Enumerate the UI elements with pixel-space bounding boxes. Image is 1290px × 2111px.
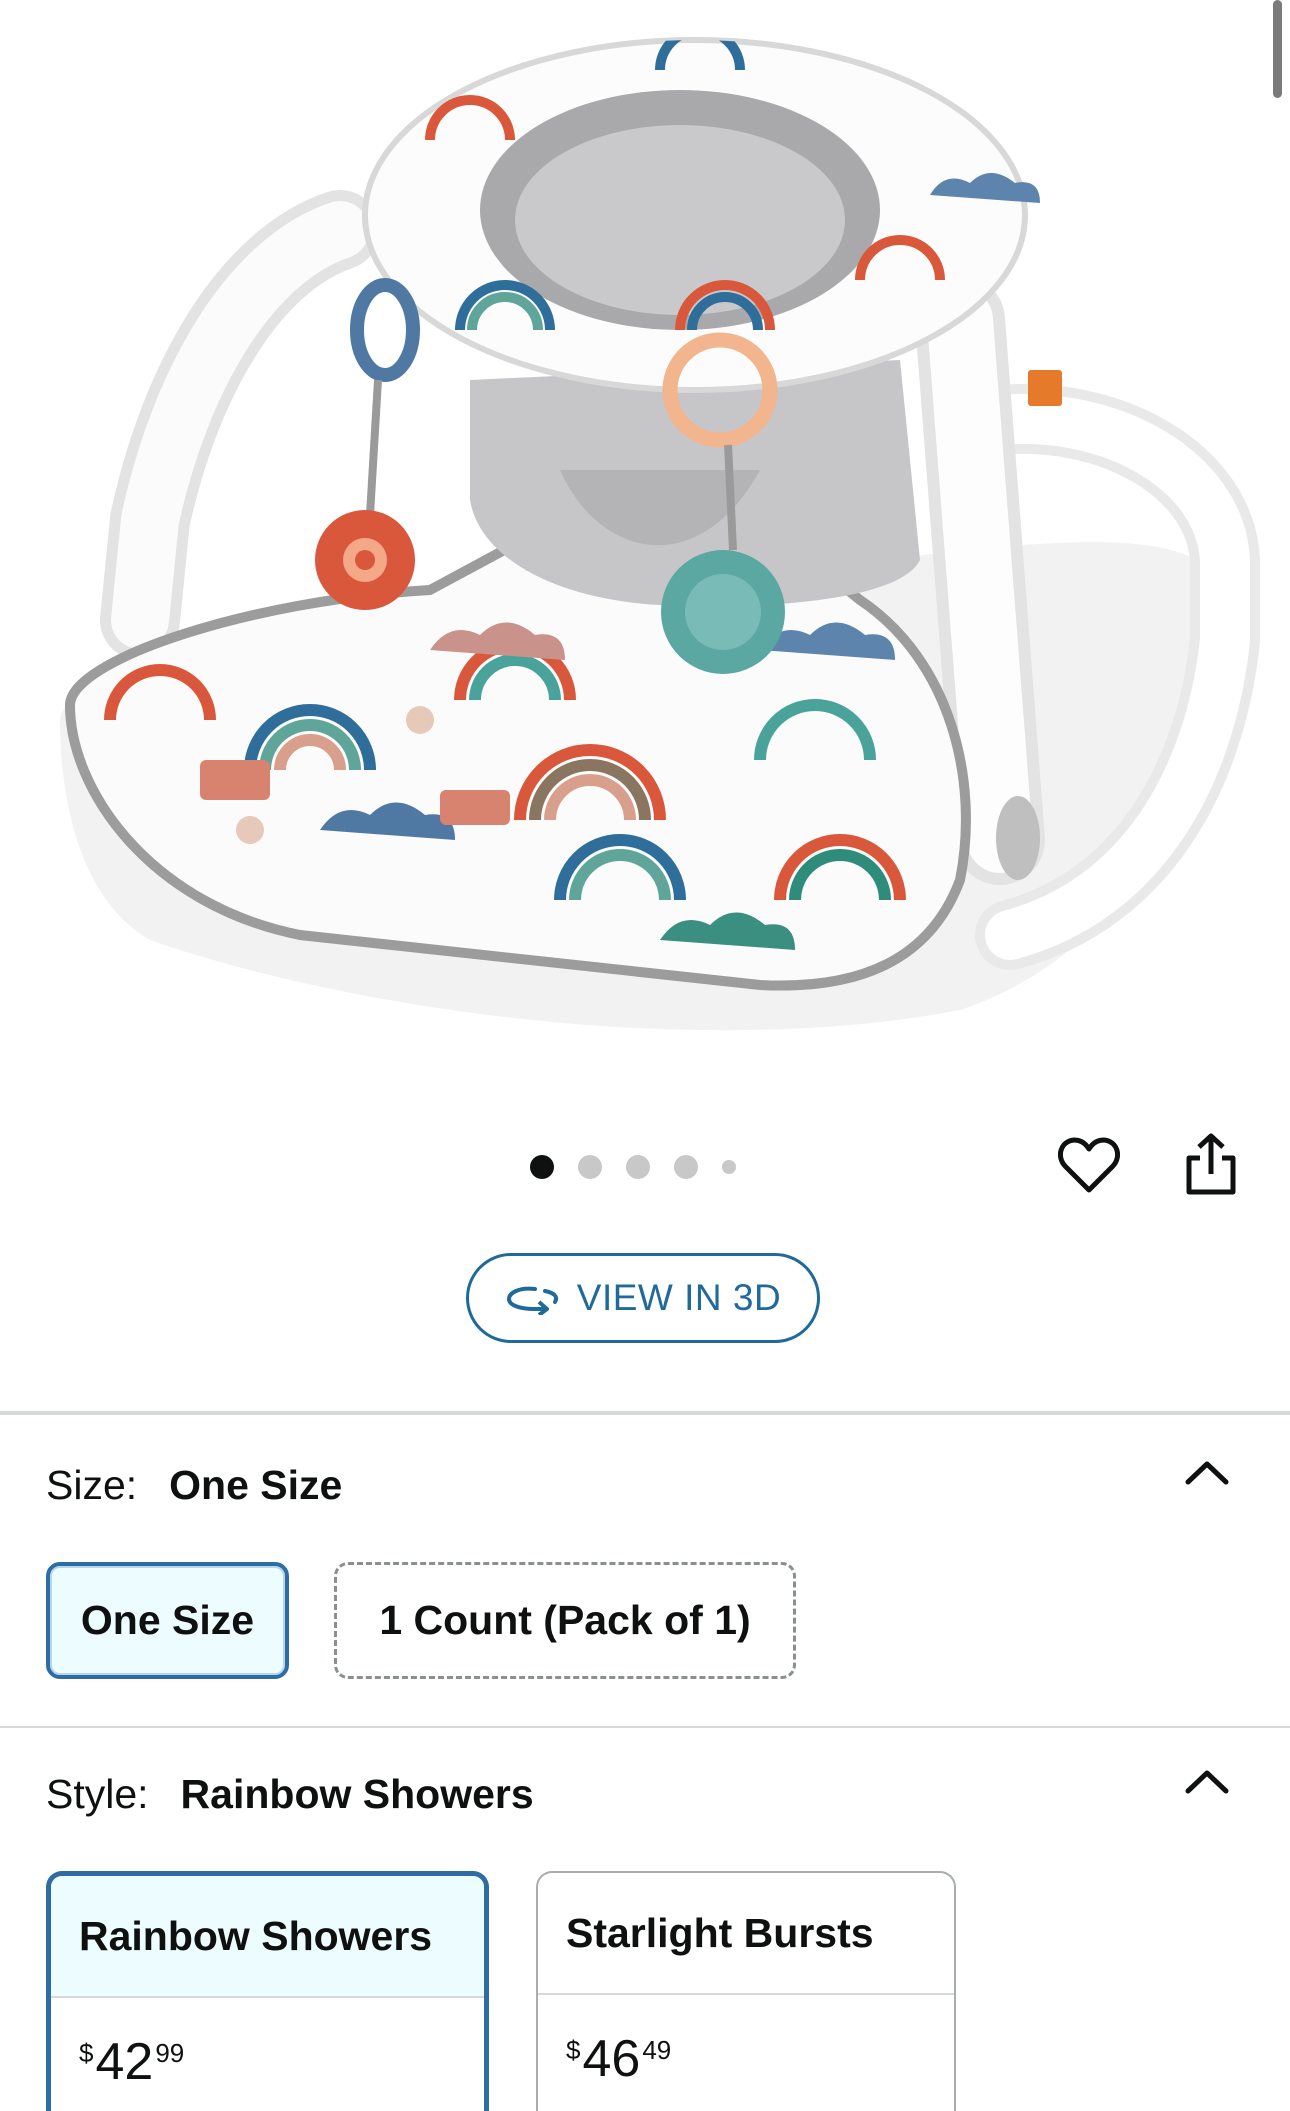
chevron-up-icon[interactable] — [1182, 1767, 1232, 1797]
price-cents: 49 — [642, 2035, 672, 2065]
price-currency: $ — [79, 2038, 94, 2068]
share-icon — [1186, 1133, 1236, 1195]
section-divider — [0, 1411, 1290, 1415]
style-option-name: Starlight Bursts — [566, 1909, 874, 1956]
price-whole: 46 — [582, 2030, 641, 2088]
size-label: Size: — [46, 1462, 138, 1508]
share-button[interactable] — [1176, 1130, 1246, 1200]
style-label: Style: — [46, 1771, 149, 1817]
carousel-dot[interactable] — [578, 1155, 602, 1179]
size-option-label: 1 Count (Pack of 1) — [379, 1597, 751, 1643]
carousel-dot[interactable] — [530, 1155, 554, 1179]
price-currency: $ — [566, 2035, 581, 2065]
style-option-starlight-bursts[interactable]: Starlight Bursts $46 49 — [536, 1871, 956, 2111]
chevron-up-icon[interactable] — [1182, 1458, 1232, 1488]
favorite-button[interactable] — [1054, 1130, 1124, 1200]
style-option-price: $42 99 — [51, 1998, 484, 2092]
size-option-label: One Size — [80, 1597, 255, 1643]
view-in-3d-label: VIEW IN 3D — [576, 1277, 782, 1318]
size-selector-label: Size: One Size — [46, 1462, 342, 1509]
view-in-3d-button[interactable]: VIEW IN 3D — [466, 1253, 820, 1343]
price-cents: 99 — [155, 2038, 185, 2068]
style-selector-label: Style: Rainbow Showers — [46, 1771, 534, 1818]
image-carousel-indicator[interactable] — [530, 1155, 736, 1179]
carousel-dot[interactable] — [626, 1155, 650, 1179]
heart-outline-icon — [1058, 1137, 1120, 1193]
size-selected-value: One Size — [169, 1462, 343, 1508]
rotate-3d-icon — [506, 1286, 558, 1315]
style-option-name: Rainbow Showers — [51, 1876, 484, 1996]
carousel-dot[interactable] — [674, 1155, 698, 1179]
product-image[interactable] — [0, 0, 1290, 1080]
carousel-dot[interactable] — [722, 1160, 736, 1174]
style-option-rainbow-showers[interactable]: Rainbow Showers $42 99 — [46, 1871, 489, 2111]
size-option-1-count[interactable]: 1 Count (Pack of 1) — [334, 1562, 796, 1679]
section-divider — [0, 1726, 1290, 1728]
style-selected-value: Rainbow Showers — [180, 1771, 534, 1817]
style-option-price: $46 49 — [538, 1995, 954, 2089]
price-whole: 42 — [95, 2033, 154, 2091]
size-option-one-size[interactable]: One Size — [46, 1562, 289, 1679]
